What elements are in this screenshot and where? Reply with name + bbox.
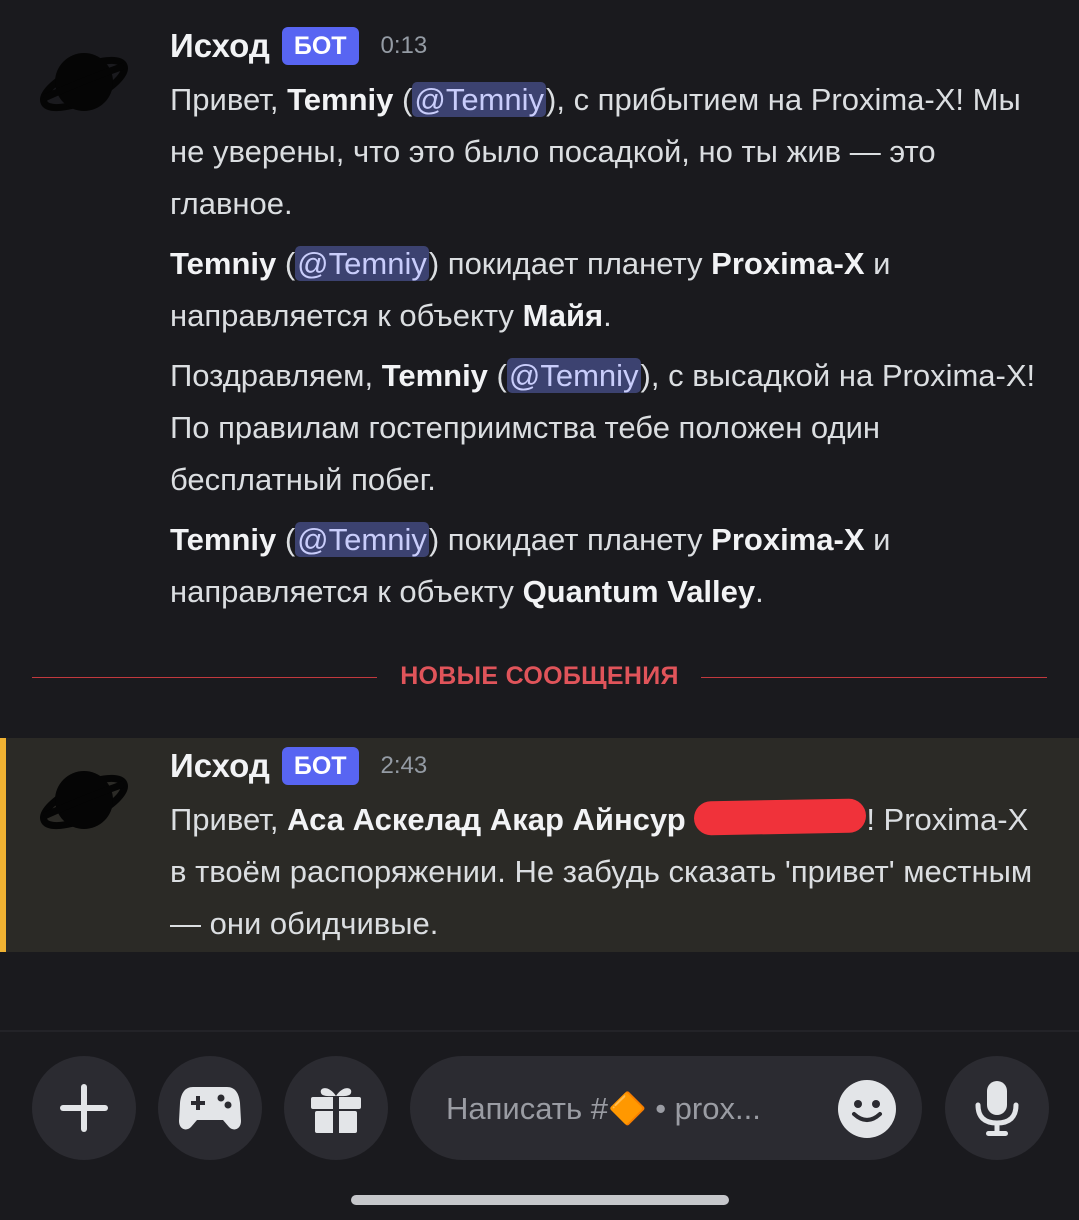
gamepad-icon [179, 1087, 241, 1130]
planet-icon [40, 53, 128, 112]
voice-message-button[interactable] [945, 1056, 1049, 1160]
emoji-button[interactable] [838, 1080, 896, 1138]
emoji-icon [838, 1080, 896, 1138]
message-content: Исход БОТ 2:43 Привет, Аса Аскелад Акар … [170, 738, 1039, 950]
bot-tag: БОТ [281, 27, 359, 65]
divider-line-right [701, 677, 1047, 678]
planet-name: Proxima-X [711, 522, 865, 557]
message-input[interactable]: Написать #🔶 • prox... [410, 1056, 922, 1160]
text-segment: ( [487, 358, 507, 393]
user-mention[interactable]: @Temniy [295, 522, 429, 557]
timestamp: 2:43 [380, 752, 428, 779]
text-segment: . [755, 574, 764, 609]
timestamp: 0:13 [380, 32, 428, 59]
message-text: Поздравляем, Temniy (@Temniy), с высадко… [170, 350, 1039, 506]
text-segment: . [603, 298, 612, 333]
bot-tag: БОТ [281, 747, 359, 785]
activities-button[interactable] [158, 1056, 262, 1160]
redacted-mention [694, 798, 867, 836]
text-segment: Привет, [170, 82, 288, 117]
target-name: Майя [522, 298, 604, 333]
gift-button[interactable] [284, 1056, 388, 1160]
bot-avatar[interactable] [38, 36, 130, 128]
composer-toolbar: Написать #🔶 • prox... [0, 1056, 1079, 1160]
message-input-placeholder: Написать #🔶 • prox... [446, 1091, 761, 1126]
microphone-icon [975, 1081, 1019, 1136]
planet-icon [40, 771, 128, 830]
message-text: Temniy (@Temniy) покидает планету Proxim… [170, 238, 1039, 342]
text-segment: ) покидает планету [428, 522, 712, 557]
user-mention[interactable]: @Temniy [506, 358, 641, 393]
user-name: Temniy [381, 358, 488, 393]
text-segment [686, 802, 695, 837]
attach-button[interactable] [32, 1056, 136, 1160]
gift-icon [311, 1088, 361, 1133]
text-segment: ( [276, 522, 296, 557]
message-header: Исход БОТ 0:13 [170, 18, 1039, 74]
planet-name: Proxima-X [711, 246, 865, 281]
text-segment: ) покидает планету [428, 246, 712, 281]
text-segment: ( [393, 82, 413, 117]
user-mention[interactable]: @Temniy [412, 82, 547, 117]
user-name: Temniy [287, 82, 394, 117]
user-name: Аса Аскелад Акар Айнсур [287, 802, 686, 837]
new-messages-divider: НОВЫЕ СООБЩЕНИЯ [32, 660, 1047, 696]
bot-avatar[interactable] [38, 754, 130, 846]
author-name[interactable]: Исход [170, 747, 270, 785]
message-text: Привет, Аса Аскелад Акар Айнсур ! Proxim… [170, 794, 1039, 950]
text-segment: Привет, [170, 802, 288, 837]
author-name[interactable]: Исход [170, 27, 270, 65]
user-mention[interactable]: @Temniy [295, 246, 429, 281]
text-segment: Поздравляем, [170, 358, 382, 393]
user-name: Temniy [170, 522, 277, 557]
message-header: Исход БОТ 2:43 [170, 738, 1039, 794]
message-text: Temniy (@Temniy) покидает планету Proxim… [170, 514, 1039, 618]
home-indicator[interactable] [351, 1195, 729, 1205]
message-text: Привет, Temniy (@Temniy), с прибытием на… [170, 74, 1039, 230]
composer-separator [0, 1030, 1079, 1032]
user-name: Temniy [170, 246, 277, 281]
message-content: Исход БОТ 0:13 Привет, Temniy (@Temniy),… [170, 18, 1039, 618]
target-name: Quantum Valley [522, 574, 756, 609]
plus-icon [60, 1084, 108, 1132]
text-segment: ( [276, 246, 296, 281]
message-group-2: Исход БОТ 2:43 Привет, Аса Аскелад Акар … [0, 738, 1079, 952]
